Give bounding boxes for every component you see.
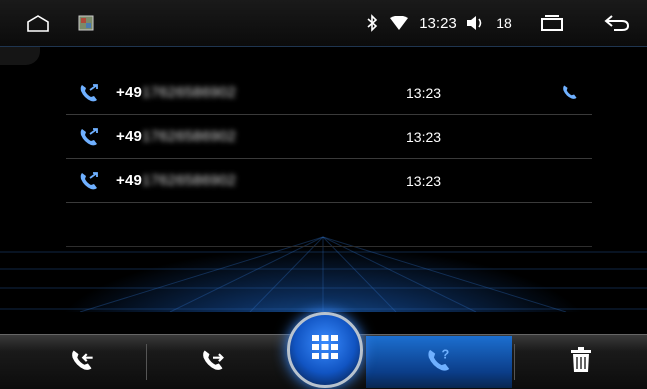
svg-text:?: ? (442, 346, 450, 361)
outgoing-calls-icon (200, 347, 226, 378)
missed-call-icon (78, 126, 100, 148)
gallery-icon[interactable] (76, 0, 96, 46)
outgoing-calls-tab[interactable] (148, 336, 278, 388)
divider (514, 344, 515, 380)
keypad-button[interactable] (287, 312, 363, 388)
bottom-nav: ? (0, 312, 647, 389)
delete-icon (569, 346, 593, 378)
missed-calls-tab[interactable]: ? (366, 336, 512, 388)
call-time: 13:23 (406, 129, 442, 145)
missed-call-icon (78, 170, 100, 192)
call-log-panel: +4917626586902 13:23 +4917626586902 13:2… (0, 47, 647, 312)
call-list: +4917626586902 13:23 +4917626586902 13:2… (66, 71, 592, 247)
volume-level: 18 (496, 15, 512, 31)
divider (146, 344, 147, 380)
dial-button-icon[interactable] (561, 83, 581, 103)
home-icon[interactable] (24, 0, 52, 46)
call-time: 13:23 (406, 173, 442, 189)
missed-calls-icon: ? (425, 346, 453, 379)
empty-row (66, 203, 592, 247)
list-item[interactable]: +4917626586902 13:23 (66, 115, 592, 159)
phone-number: +4917626586902 (116, 172, 237, 189)
phone-number: +4917626586902 (116, 84, 237, 101)
incoming-calls-icon (69, 347, 95, 378)
keypad-icon (310, 333, 340, 368)
call-time: 13:23 (406, 85, 442, 101)
volume-icon[interactable] (464, 0, 486, 46)
phone-number: +4917626586902 (116, 128, 237, 145)
incoming-calls-tab[interactable] (20, 336, 144, 388)
side-drawer-handle[interactable] (0, 47, 40, 65)
list-item[interactable]: +4917626586902 13:23 (66, 159, 592, 203)
clock: 13:23 (419, 14, 457, 32)
delete-button[interactable] (516, 336, 646, 388)
missed-call-icon (78, 82, 100, 104)
wifi-icon (388, 0, 410, 46)
status-bar: 13:23 18 (0, 0, 647, 47)
list-item[interactable]: +4917626586902 13:23 (66, 71, 592, 115)
recent-apps-icon[interactable] (538, 0, 566, 46)
back-icon[interactable] (602, 0, 632, 46)
bluetooth-icon (364, 0, 380, 46)
